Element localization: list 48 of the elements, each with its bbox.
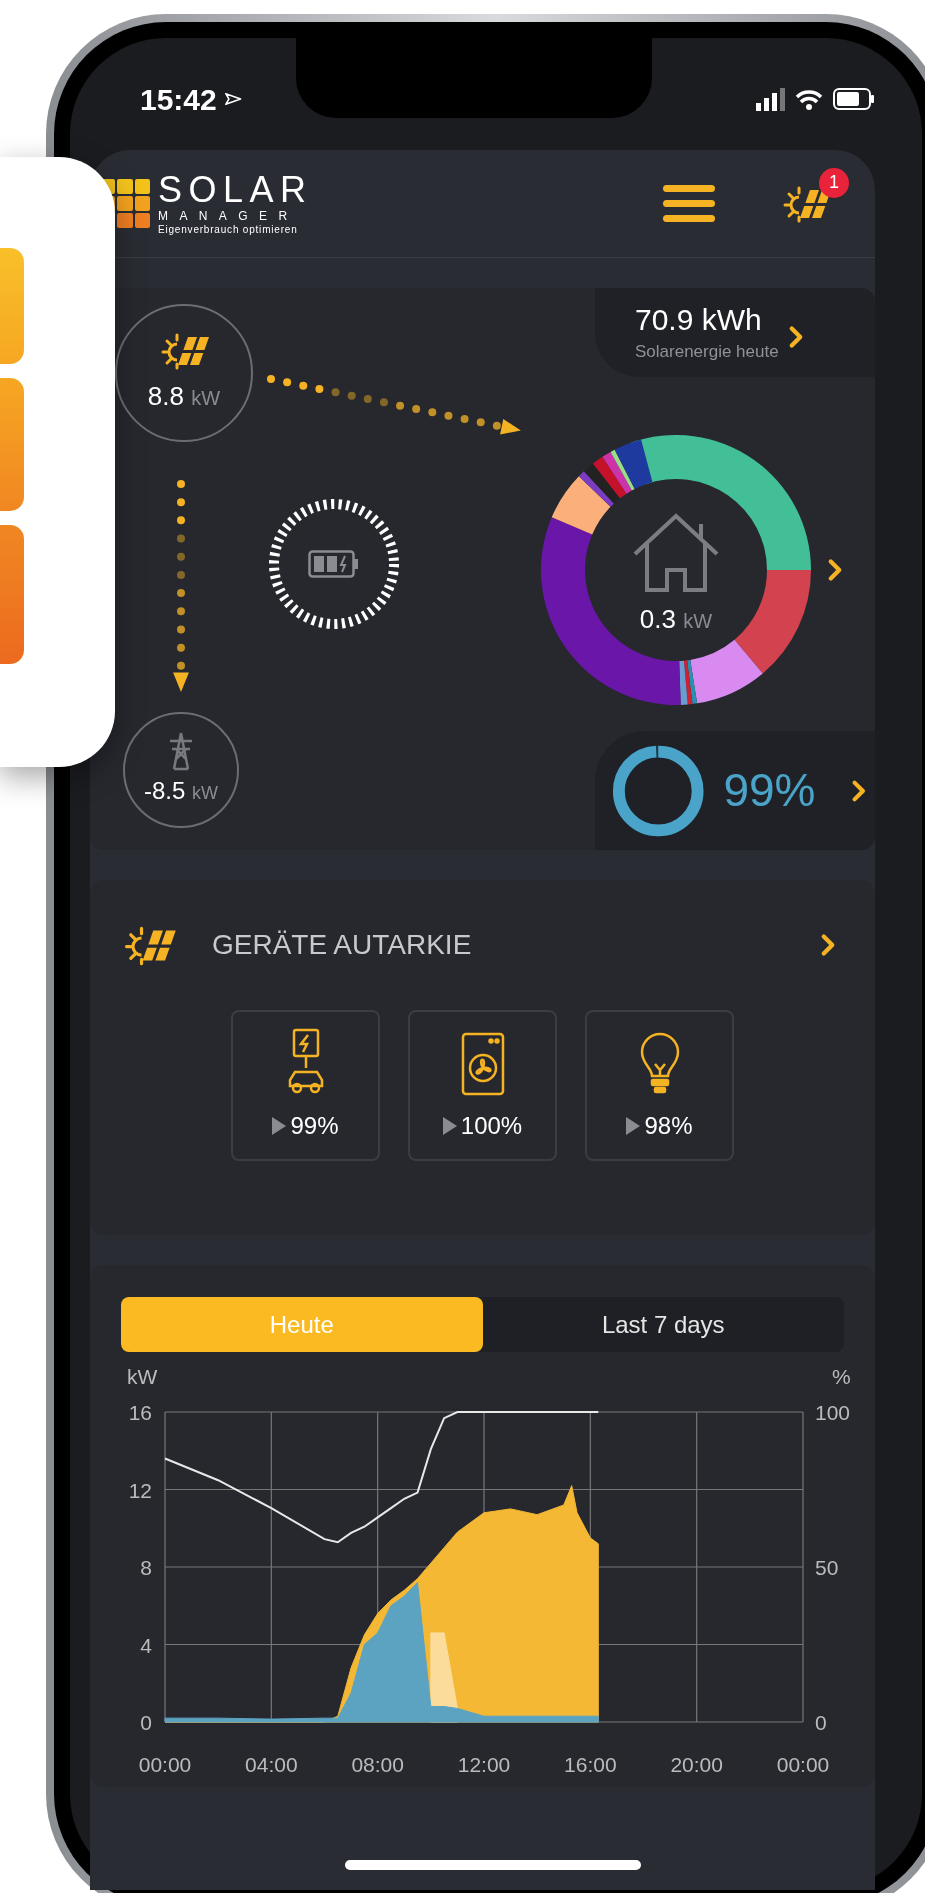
- period-tab[interactable]: Last 7 days: [482, 1297, 844, 1352]
- tick-label: 16: [128, 1401, 152, 1424]
- tick-label: 04:00: [245, 1753, 298, 1776]
- device-autarky-value: 100%: [460, 1110, 523, 1141]
- signal-icon: [756, 87, 785, 111]
- tick-label: 16:00: [564, 1753, 617, 1776]
- tick-label: 12: [128, 1478, 152, 1502]
- self-sufficiency-card[interactable]: 99%: [595, 731, 875, 850]
- solar-today-value: 70.9 kWh: [635, 302, 762, 338]
- house-icon: [631, 511, 721, 594]
- solar-today-card[interactable]: 70.9 kWh Solarenergie heute: [595, 288, 875, 377]
- logo-subtitle: MANAGER: [158, 210, 300, 222]
- tick-label: 08:00: [351, 1753, 404, 1776]
- battery-icon: [833, 88, 875, 110]
- tick-label: 00:00: [776, 1753, 830, 1776]
- play-icon: [626, 1116, 641, 1135]
- tick-label: 0: [140, 1711, 152, 1734]
- house-power-value: 0.3 kW: [639, 602, 713, 636]
- device-autarky-value: 98%: [644, 1110, 693, 1141]
- logo-tagline: Eigenverbrauch optimieren: [158, 225, 299, 235]
- play-icon: [272, 1116, 287, 1135]
- tick-label: 8: [140, 1556, 152, 1579]
- grid-power-value: -8.5 kW: [144, 776, 218, 806]
- axis-label: %: [832, 1365, 851, 1388]
- device-tile[interactable]: 100%: [408, 1010, 557, 1161]
- battery-icon: [308, 550, 360, 578]
- logo-title: SOLAR: [158, 172, 313, 208]
- notification-badge: 1: [819, 167, 849, 198]
- tick-label: 20:00: [670, 1753, 723, 1776]
- section-title: GERÄTE AUTARKIE: [212, 928, 472, 962]
- status-time: 15:42: [140, 81, 217, 118]
- tick-label: 100: [815, 1401, 851, 1424]
- play-icon: [442, 1116, 457, 1135]
- device-autarky-value: 99%: [290, 1110, 339, 1141]
- tick-label: 12:00: [457, 1753, 511, 1776]
- wifi-icon: [795, 88, 823, 110]
- axis-label: kW: [127, 1365, 158, 1388]
- tick-label: 50: [815, 1556, 839, 1579]
- device-tile[interactable]: 99%: [231, 1010, 380, 1161]
- solar-today-label: Solarenergie heute: [635, 340, 779, 363]
- grid-node[interactable]: -8.5 kW: [123, 712, 239, 828]
- tick-label: 00:00: [138, 1753, 192, 1776]
- self-sufficiency-value: 99%: [723, 763, 816, 818]
- device-tile[interactable]: 98%: [585, 1010, 734, 1161]
- tick-label: 4: [140, 1633, 152, 1657]
- solar-power-value: 8.8 kW: [147, 379, 221, 413]
- menu-button[interactable]: [663, 185, 715, 222]
- tick-label: 0: [815, 1711, 827, 1734]
